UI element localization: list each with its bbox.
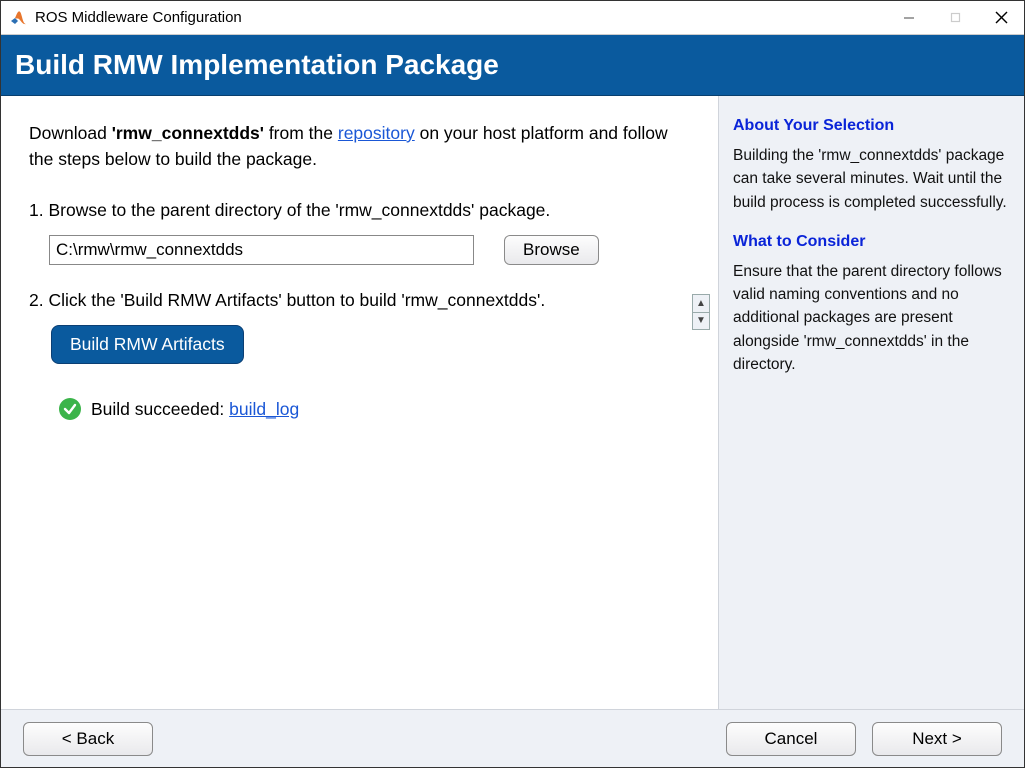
- content-body: Download 'rmw_connextdds' from the repos…: [1, 96, 1024, 709]
- maximize-button[interactable]: [932, 1, 978, 34]
- minimize-button[interactable]: [886, 1, 932, 34]
- intro-pre: Download: [29, 123, 112, 143]
- titlebar: ROS Middleware Configuration: [1, 1, 1024, 35]
- status-text: Build succeeded: build_log: [91, 396, 299, 422]
- build-artifacts-button[interactable]: Build RMW Artifacts: [51, 325, 244, 364]
- footer: < Back Cancel Next >: [1, 709, 1024, 767]
- status-text-label: Build succeeded:: [91, 399, 229, 419]
- intro-package-name: 'rmw_connextdds': [112, 123, 264, 143]
- repository-link[interactable]: repository: [338, 123, 415, 143]
- chevron-down-icon: ▼: [693, 313, 709, 330]
- path-row: Browse: [49, 235, 682, 265]
- panel-divider[interactable]: ▲ ▼: [692, 294, 710, 330]
- matlab-icon: [9, 9, 27, 27]
- intro-mid: from the: [264, 123, 338, 143]
- success-check-icon: [59, 398, 81, 420]
- about-heading: About Your Selection: [733, 114, 1010, 138]
- cancel-button[interactable]: Cancel: [726, 722, 856, 756]
- step-2-label: 2. Click the 'Build RMW Artifacts' butto…: [29, 287, 682, 313]
- step-2: 2. Click the 'Build RMW Artifacts' butto…: [29, 287, 682, 423]
- next-button[interactable]: Next >: [872, 722, 1002, 756]
- consider-text: Ensure that the parent directory follows…: [733, 260, 1010, 376]
- window-controls: [886, 1, 1024, 34]
- about-text: Building the 'rmw_connextdds' package ca…: [733, 144, 1010, 214]
- browse-button[interactable]: Browse: [504, 235, 599, 265]
- help-sidebar: About Your Selection Building the 'rmw_c…: [718, 96, 1024, 709]
- close-button[interactable]: [978, 1, 1024, 34]
- step-1: 1. Browse to the parent directory of the…: [29, 197, 682, 265]
- main-panel: Download 'rmw_connextdds' from the repos…: [1, 96, 708, 709]
- consider-heading: What to Consider: [733, 230, 1010, 254]
- build-log-link[interactable]: build_log: [229, 399, 299, 419]
- build-status: Build succeeded: build_log: [59, 396, 682, 422]
- app-window: ROS Middleware Configuration Build RMW I…: [0, 0, 1025, 768]
- back-button[interactable]: < Back: [23, 722, 153, 756]
- page-title: Build RMW Implementation Package: [15, 49, 499, 81]
- intro-text: Download 'rmw_connextdds' from the repos…: [29, 120, 682, 173]
- window-title: ROS Middleware Configuration: [35, 9, 886, 26]
- step-1-label: 1. Browse to the parent directory of the…: [29, 197, 682, 223]
- page-header: Build RMW Implementation Package: [1, 35, 1024, 96]
- path-input[interactable]: [49, 235, 474, 265]
- chevron-up-icon: ▲: [693, 295, 709, 313]
